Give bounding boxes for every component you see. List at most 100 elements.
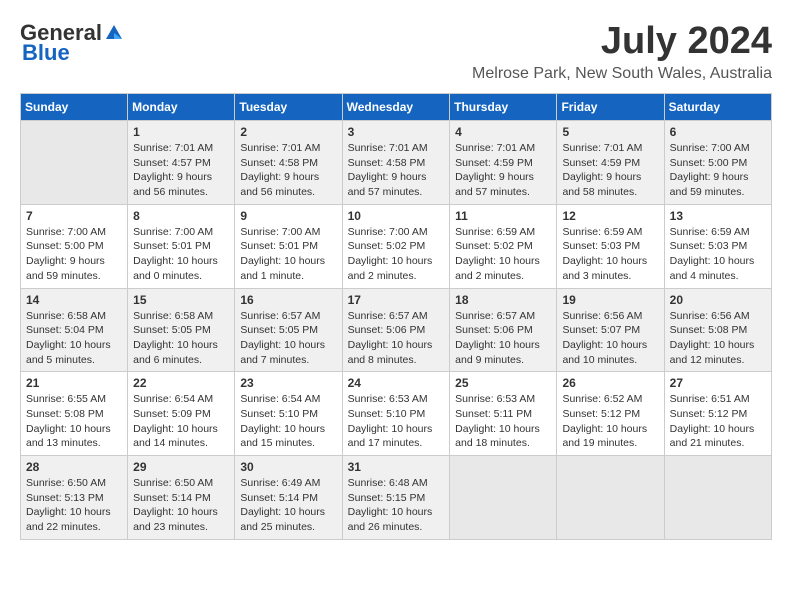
day-info: Sunrise: 6:57 AM Sunset: 5:06 PM Dayligh… (348, 309, 445, 368)
day-info: Sunrise: 6:54 AM Sunset: 5:10 PM Dayligh… (240, 392, 336, 451)
weekday-header-sunday: Sunday (21, 94, 128, 121)
day-number: 12 (562, 209, 658, 223)
calendar-cell: 27 Sunrise: 6:51 AM Sunset: 5:12 PM Dayli… (664, 372, 771, 456)
calendar-cell (664, 456, 771, 540)
calendar-cell: 1 Sunrise: 7:01 AM Sunset: 4:57 PM Daylig… (128, 121, 235, 205)
calendar-cell: 6Sunrise: 7:00 AM Sunset: 5:00 PM Daylig… (664, 121, 771, 205)
day-info: Sunrise: 7:00 AM Sunset: 5:02 PM Dayligh… (348, 225, 445, 284)
calendar-cell: 25 Sunrise: 6:53 AM Sunset: 5:11 PM Dayli… (450, 372, 557, 456)
day-info: Sunrise: 6:56 AM Sunset: 5:07 PM Dayligh… (562, 309, 658, 368)
day-number: 28 (26, 460, 122, 474)
day-info: Sunrise: 7:01 AM Sunset: 4:57 PM Dayligh… (133, 141, 229, 200)
logo: General Blue (20, 20, 124, 66)
calendar-cell: 3Sunrise: 7:01 AM Sunset: 4:58 PM Daylig… (342, 121, 450, 205)
day-info: Sunrise: 6:54 AM Sunset: 5:09 PM Dayligh… (133, 392, 229, 451)
calendar-cell: 4Sunrise: 7:01 AM Sunset: 4:59 PM Daylig… (450, 121, 557, 205)
calendar-cell: 11 Sunrise: 6:59 AM Sunset: 5:02 PM Dayli… (450, 204, 557, 288)
day-number: 21 (26, 376, 122, 390)
calendar-cell (450, 456, 557, 540)
day-number: 25 (455, 376, 551, 390)
day-number: 19 (562, 293, 658, 307)
logo-icon (104, 23, 124, 43)
day-number: 4 (455, 125, 551, 139)
calendar-cell: 16Sunrise: 6:57 AM Sunset: 5:05 PM Dayli… (235, 288, 342, 372)
day-info: Sunrise: 6:50 AM Sunset: 5:14 PM Dayligh… (133, 476, 229, 535)
day-info: Sunrise: 6:49 AM Sunset: 5:14 PM Dayligh… (240, 476, 336, 535)
day-info: Sunrise: 6:51 AM Sunset: 5:12 PM Dayligh… (670, 392, 766, 451)
day-info: Sunrise: 6:59 AM Sunset: 5:03 PM Dayligh… (670, 225, 766, 284)
calendar-cell: 17 Sunrise: 6:57 AM Sunset: 5:06 PM Dayli… (342, 288, 450, 372)
location: Melrose Park, New South Wales, Australia (472, 65, 772, 83)
weekday-header-thursday: Thursday (450, 94, 557, 121)
day-info: Sunrise: 6:55 AM Sunset: 5:08 PM Dayligh… (26, 392, 122, 451)
calendar-week-row: 1 Sunrise: 7:01 AM Sunset: 4:57 PM Daylig… (21, 121, 772, 205)
day-number: 13 (670, 209, 766, 223)
calendar-cell (21, 121, 128, 205)
day-number: 15 (133, 293, 229, 307)
calendar-cell: 18 Sunrise: 6:57 AM Sunset: 5:06 PM Dayli… (450, 288, 557, 372)
day-info: Sunrise: 7:00 AM Sunset: 5:01 PM Dayligh… (133, 225, 229, 284)
calendar-cell: 26 Sunrise: 6:52 AM Sunset: 5:12 PM Dayli… (557, 372, 664, 456)
day-info: Sunrise: 6:56 AM Sunset: 5:08 PM Dayligh… (670, 309, 766, 368)
calendar-cell: 23 Sunrise: 6:54 AM Sunset: 5:10 PM Dayli… (235, 372, 342, 456)
calendar-cell: 12 Sunrise: 6:59 AM Sunset: 5:03 PM Dayli… (557, 204, 664, 288)
day-info: Sunrise: 6:58 AM Sunset: 5:04 PM Dayligh… (26, 309, 122, 368)
day-info: Sunrise: 6:59 AM Sunset: 5:03 PM Dayligh… (562, 225, 658, 284)
day-number: 26 (562, 376, 658, 390)
day-number: 5 (562, 125, 658, 139)
calendar-cell: 8Sunrise: 7:00 AM Sunset: 5:01 PM Daylig… (128, 204, 235, 288)
calendar-cell: 13 Sunrise: 6:59 AM Sunset: 5:03 PM Dayli… (664, 204, 771, 288)
day-number: 10 (348, 209, 445, 223)
day-number: 30 (240, 460, 336, 474)
page-header: General Blue July 2024 Melrose Park, New… (20, 20, 772, 83)
calendar-cell: 20Sunrise: 6:56 AM Sunset: 5:08 PM Dayli… (664, 288, 771, 372)
calendar-week-row: 21 Sunrise: 6:55 AM Sunset: 5:08 PM Dayli… (21, 372, 772, 456)
day-number: 16 (240, 293, 336, 307)
calendar-cell: 21 Sunrise: 6:55 AM Sunset: 5:08 PM Dayli… (21, 372, 128, 456)
weekday-header-friday: Friday (557, 94, 664, 121)
day-number: 24 (348, 376, 445, 390)
calendar-cell: 19 Sunrise: 6:56 AM Sunset: 5:07 PM Dayli… (557, 288, 664, 372)
calendar-cell: 24Sunrise: 6:53 AM Sunset: 5:10 PM Dayli… (342, 372, 450, 456)
calendar-header-row: SundayMondayTuesdayWednesdayThursdayFrid… (21, 94, 772, 121)
day-number: 18 (455, 293, 551, 307)
calendar-cell: 30 Sunrise: 6:49 AM Sunset: 5:14 PM Dayli… (235, 456, 342, 540)
day-number: 1 (133, 125, 229, 139)
day-number: 22 (133, 376, 229, 390)
weekday-header-saturday: Saturday (664, 94, 771, 121)
calendar-cell: 14 Sunrise: 6:58 AM Sunset: 5:04 PM Dayli… (21, 288, 128, 372)
calendar-week-row: 28 Sunrise: 6:50 AM Sunset: 5:13 PM Dayli… (21, 456, 772, 540)
day-info: Sunrise: 6:58 AM Sunset: 5:05 PM Dayligh… (133, 309, 229, 368)
day-info: Sunrise: 6:53 AM Sunset: 5:11 PM Dayligh… (455, 392, 551, 451)
day-number: 29 (133, 460, 229, 474)
day-info: Sunrise: 6:57 AM Sunset: 5:06 PM Dayligh… (455, 309, 551, 368)
day-number: 23 (240, 376, 336, 390)
day-info: Sunrise: 7:01 AM Sunset: 4:59 PM Dayligh… (562, 141, 658, 200)
title-block: July 2024 Melrose Park, New South Wales,… (472, 20, 772, 83)
day-number: 2 (240, 125, 336, 139)
calendar-cell: 10 Sunrise: 7:00 AM Sunset: 5:02 PM Dayli… (342, 204, 450, 288)
calendar-week-row: 14 Sunrise: 6:58 AM Sunset: 5:04 PM Dayli… (21, 288, 772, 372)
day-info: Sunrise: 6:50 AM Sunset: 5:13 PM Dayligh… (26, 476, 122, 535)
day-info: Sunrise: 6:48 AM Sunset: 5:15 PM Dayligh… (348, 476, 445, 535)
calendar-cell: 31 Sunrise: 6:48 AM Sunset: 5:15 PM Dayli… (342, 456, 450, 540)
calendar-cell: 2 Sunrise: 7:01 AM Sunset: 4:58 PM Daylig… (235, 121, 342, 205)
day-number: 27 (670, 376, 766, 390)
day-info: Sunrise: 7:00 AM Sunset: 5:00 PM Dayligh… (670, 141, 766, 200)
day-info: Sunrise: 6:59 AM Sunset: 5:02 PM Dayligh… (455, 225, 551, 284)
day-number: 31 (348, 460, 445, 474)
month-title: July 2024 (472, 20, 772, 63)
weekday-header-tuesday: Tuesday (235, 94, 342, 121)
day-info: Sunrise: 7:00 AM Sunset: 5:00 PM Dayligh… (26, 225, 122, 284)
logo-blue: Blue (22, 40, 70, 66)
day-number: 17 (348, 293, 445, 307)
day-number: 7 (26, 209, 122, 223)
calendar-table: SundayMondayTuesdayWednesdayThursdayFrid… (20, 93, 772, 540)
day-number: 14 (26, 293, 122, 307)
day-number: 11 (455, 209, 551, 223)
day-info: Sunrise: 7:01 AM Sunset: 4:58 PM Dayligh… (348, 141, 445, 200)
day-info: Sunrise: 7:01 AM Sunset: 4:58 PM Dayligh… (240, 141, 336, 200)
calendar-cell: 5 Sunrise: 7:01 AM Sunset: 4:59 PM Daylig… (557, 121, 664, 205)
day-info: Sunrise: 6:52 AM Sunset: 5:12 PM Dayligh… (562, 392, 658, 451)
calendar-week-row: 7 Sunrise: 7:00 AM Sunset: 5:00 PM Daylig… (21, 204, 772, 288)
